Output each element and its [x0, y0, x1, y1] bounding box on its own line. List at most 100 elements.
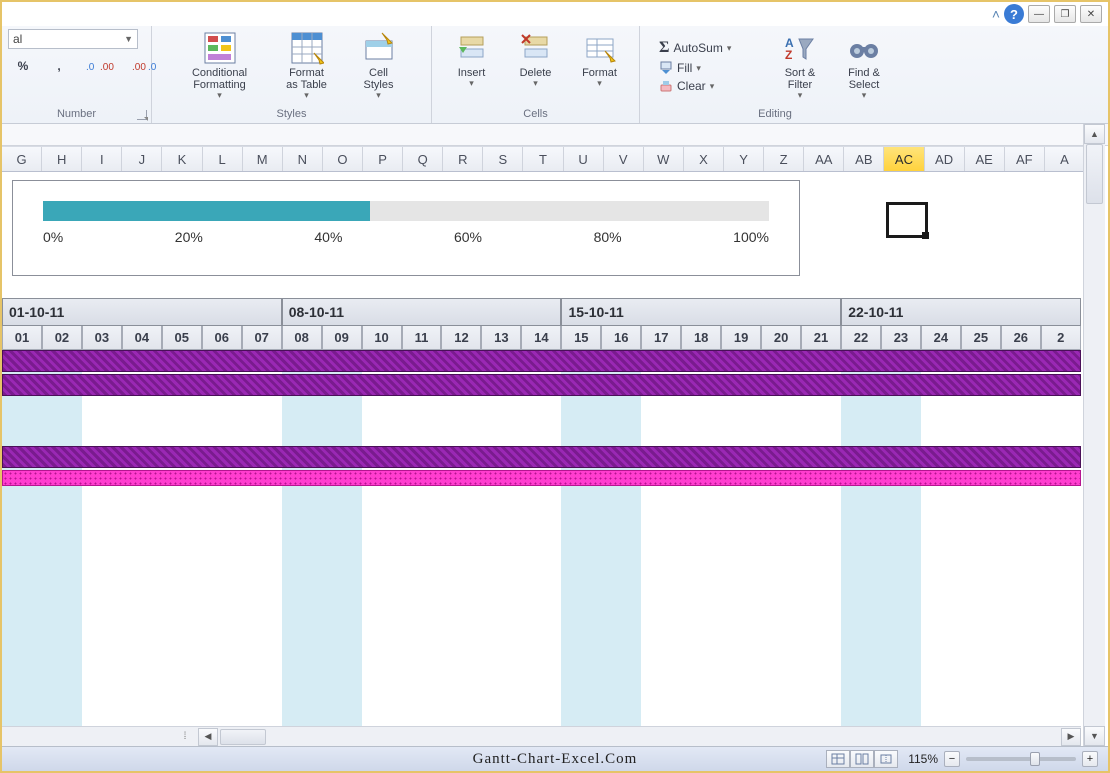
progress-tick: 80% [594, 229, 622, 245]
progress-tick: 20% [175, 229, 203, 245]
column-header-AD[interactable]: AD [925, 147, 965, 171]
gantt-bar[interactable] [2, 374, 1081, 396]
scroll-thumb[interactable] [1086, 144, 1103, 204]
column-header-J[interactable]: J [122, 147, 162, 171]
page-layout-view-button[interactable] [850, 750, 874, 768]
formula-bar-area [2, 124, 1108, 146]
column-header-AB[interactable]: AB [844, 147, 884, 171]
gantt-week-header: 01-10-11 [2, 298, 282, 326]
ribbon-group-styles: Conditional Formatting ▾ Format as Table… [152, 26, 432, 123]
insert-cells-button[interactable]: Insert ▾ [442, 29, 502, 91]
help-icon[interactable]: ? [1004, 4, 1024, 24]
column-header-Z[interactable]: Z [764, 147, 804, 171]
fill-button[interactable]: Fill ▾ [656, 60, 766, 76]
progress-tick: 60% [454, 229, 482, 245]
window-close-button[interactable]: ✕ [1080, 5, 1102, 23]
status-bar: Gantt-Chart-Excel.Com 115% − + [2, 746, 1108, 771]
window-restore-button[interactable]: ❐ [1054, 5, 1076, 23]
column-header-S[interactable]: S [483, 147, 523, 171]
column-header-I[interactable]: I [82, 147, 122, 171]
hscroll-thumb[interactable] [220, 729, 266, 745]
gantt-day-header: 12 [441, 326, 481, 350]
column-header-P[interactable]: P [363, 147, 403, 171]
column-header-AF[interactable]: AF [1005, 147, 1045, 171]
column-header-H[interactable]: H [42, 147, 82, 171]
gantt-day-header: 25 [961, 326, 1001, 350]
progress-tick: 40% [314, 229, 342, 245]
column-header-U[interactable]: U [564, 147, 604, 171]
sort-filter-button[interactable]: AZ Sort & Filter ▾ [770, 29, 830, 103]
column-header-G[interactable]: G [2, 147, 42, 171]
weekend-column [841, 350, 881, 746]
gantt-bar[interactable] [2, 470, 1081, 486]
progress-tick: 100% [733, 229, 769, 245]
gantt-header: 01-10-1108-10-1115-10-1122-10-11 0102030… [2, 298, 1081, 350]
clear-button[interactable]: Clear ▾ [656, 78, 766, 94]
ribbon-minimize-caret[interactable]: ˄ [992, 6, 1000, 22]
gantt-day-header: 21 [801, 326, 841, 350]
column-header-M[interactable]: M [243, 147, 283, 171]
column-header-Q[interactable]: Q [403, 147, 443, 171]
percent-style-button[interactable]: % [8, 55, 38, 77]
scroll-down-button[interactable]: ▼ [1084, 726, 1105, 746]
format-cells-button[interactable]: Format ▾ [570, 29, 630, 91]
number-format-dropdown[interactable]: al ▼ [8, 29, 138, 49]
gantt-bar[interactable] [2, 446, 1081, 468]
svg-text:.00: .00 [100, 62, 114, 73]
gantt-day-header: 04 [122, 326, 162, 350]
scroll-left-button[interactable]: ◀ [198, 728, 218, 746]
scroll-up-button[interactable]: ▲ [1084, 124, 1105, 144]
horizontal-scrollbar[interactable]: ◀ ▶ [198, 726, 1081, 746]
delete-cells-button[interactable]: Delete ▾ [506, 29, 566, 91]
group-label-editing: Editing [758, 107, 792, 122]
sheet-tabs-area[interactable] [2, 726, 172, 746]
worksheet-area[interactable]: 0%20%40%60%80%100% 01-10-1108-10-1115-10… [2, 172, 1081, 746]
gantt-day-header: 16 [601, 326, 641, 350]
format-cells-icon [583, 31, 617, 65]
normal-view-button[interactable] [826, 750, 850, 768]
column-header-AC[interactable]: AC [884, 147, 924, 171]
format-as-table-button[interactable]: Format as Table ▾ [270, 29, 344, 103]
column-header-L[interactable]: L [203, 147, 243, 171]
column-header-T[interactable]: T [523, 147, 563, 171]
gantt-body [2, 350, 1081, 746]
tab-scroll-button[interactable]: ⁞ [172, 726, 198, 746]
ribbon-group-editing: ΣAutoSum ▾ Fill ▾ Clear ▾ AZ Sort & Filt… [640, 26, 910, 123]
autosum-button[interactable]: ΣAutoSum ▾ [656, 38, 766, 58]
column-header-W[interactable]: W [644, 147, 684, 171]
column-header-AA[interactable]: AA [804, 147, 844, 171]
gantt-day-header: 18 [681, 326, 721, 350]
column-header-A[interactable]: A [1045, 147, 1085, 171]
conditional-formatting-button[interactable]: Conditional Formatting ▾ [174, 29, 266, 103]
column-header-N[interactable]: N [283, 147, 323, 171]
gantt-bar[interactable] [2, 350, 1081, 372]
column-header-O[interactable]: O [323, 147, 363, 171]
number-dialog-launcher[interactable] [137, 110, 147, 120]
column-header-K[interactable]: K [162, 147, 202, 171]
fill-handle[interactable] [922, 232, 929, 239]
weekend-column [881, 350, 921, 746]
column-header-R[interactable]: R [443, 147, 483, 171]
window-minimize-button[interactable]: — [1028, 5, 1050, 23]
zoom-out-button[interactable]: − [944, 751, 960, 767]
sort-filter-icon: AZ [783, 31, 817, 65]
zoom-slider[interactable] [966, 757, 1076, 761]
increase-decimal-button[interactable]: .0.00 [80, 55, 120, 77]
cell-styles-button[interactable]: Cell Styles ▾ [348, 29, 410, 103]
scroll-right-button[interactable]: ▶ [1061, 728, 1081, 746]
view-buttons [826, 750, 898, 768]
zoom-in-button[interactable]: + [1082, 751, 1098, 767]
column-header-X[interactable]: X [684, 147, 724, 171]
gantt-day-header: 13 [481, 326, 521, 350]
column-header-Y[interactable]: Y [724, 147, 764, 171]
chevron-down-icon: ▾ [217, 91, 222, 101]
zoom-thumb[interactable] [1030, 752, 1040, 766]
find-select-button[interactable]: Find & Select ▾ [834, 29, 894, 103]
zoom-value[interactable]: 115% [908, 752, 938, 766]
page-break-view-button[interactable] [874, 750, 898, 768]
vertical-scrollbar[interactable]: ▲ ▼ [1083, 124, 1105, 746]
comma-style-button[interactable]: , [44, 55, 74, 77]
column-header-AE[interactable]: AE [965, 147, 1005, 171]
gantt-week-header: 15-10-11 [561, 298, 841, 326]
column-header-V[interactable]: V [604, 147, 644, 171]
